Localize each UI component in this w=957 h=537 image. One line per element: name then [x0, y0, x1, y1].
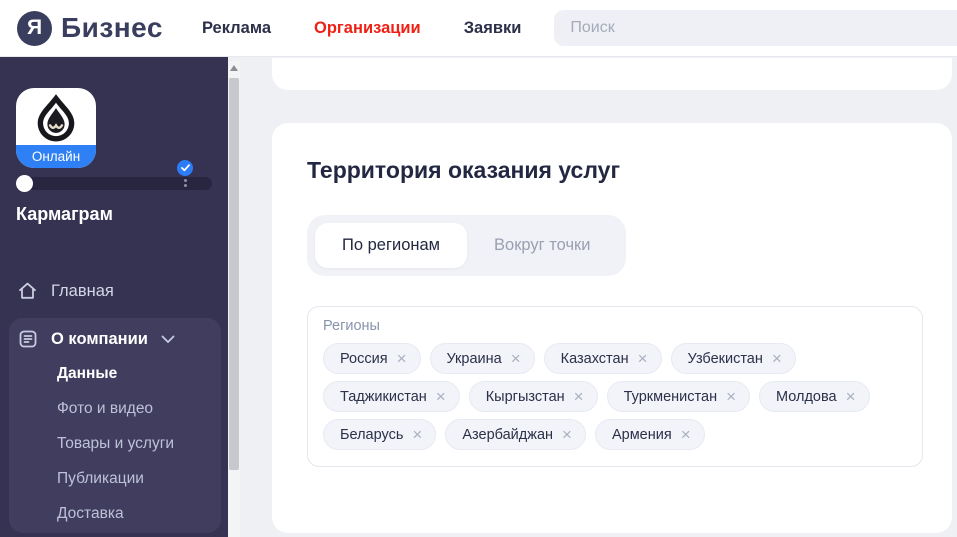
remove-region-icon[interactable]: × [412, 426, 422, 443]
region-chip: Узбекистан × [670, 343, 796, 374]
region-chip: Туркменистан × [606, 381, 751, 412]
region-chip-label: Таджикистан [340, 388, 427, 405]
service-territory-card: Территория оказания услуг По регионам Во… [272, 123, 952, 533]
remove-region-icon[interactable]: × [511, 350, 521, 367]
region-chip: Кыргызстан × [468, 381, 598, 412]
scrollbar-thumb[interactable] [229, 78, 239, 470]
region-chip-label: Узбекистан [687, 350, 763, 367]
sidebar-subitem-publikacii[interactable]: Публикации [57, 461, 221, 496]
regions-field[interactable]: Регионы Россия × Украина × Казахстан × У… [307, 306, 923, 467]
nav-item-organizacii[interactable]: Организации [314, 19, 421, 38]
region-chip-label: Беларусь [340, 426, 404, 443]
region-chip: Россия × [323, 343, 421, 374]
region-chip: Таджикистан × [323, 381, 460, 412]
sidebar-item-glavnaya[interactable]: Главная [8, 271, 220, 311]
remove-region-icon[interactable]: × [726, 388, 736, 405]
region-chip-label: Казахстан [560, 350, 629, 367]
remove-region-icon[interactable]: × [574, 388, 584, 405]
home-icon [19, 282, 36, 299]
remove-region-icon[interactable]: × [681, 426, 691, 443]
company-name: Кармаграм [16, 204, 113, 224]
sidebar-group-company: О компании Данные Фото и видео Товары и … [9, 318, 221, 533]
region-chip: Украина × [429, 343, 535, 374]
company-logo-drop-icon [37, 94, 75, 142]
region-chip-list: Россия × Украина × Казахстан × Узбекиста… [323, 343, 907, 450]
sidebar-subitem-dannye[interactable]: Данные [57, 356, 221, 391]
sidebar-sublist: Данные Фото и видео Товары и услуги Публ… [18, 352, 221, 531]
sidebar: Онлайн Кармаграм Главная О компании Данн… [0, 57, 228, 537]
region-chip-label: Армения [611, 426, 672, 443]
region-chip-label: Россия [340, 350, 388, 367]
top-navigation: Реклама Организации Заявки [202, 19, 521, 38]
sidebar-item-label: Главная [51, 281, 114, 300]
tab-vokrug-tochki[interactable]: Вокруг точки [467, 223, 617, 268]
nav-item-reklama[interactable]: Реклама [202, 19, 271, 38]
sidebar-subitem-foto-i-video[interactable]: Фото и видео [57, 391, 221, 426]
region-chip-label: Украина [446, 350, 502, 367]
section-title: Территория оказания услуг [307, 157, 621, 183]
region-chip-label: Кыргызстан [485, 388, 565, 405]
territory-tabs: По регионам Вокруг точки [307, 215, 626, 276]
sidebar-subitem-dostavka[interactable]: Доставка [57, 496, 221, 531]
slider-knob[interactable] [16, 175, 33, 192]
region-chip-label: Молдова [776, 388, 837, 405]
app-window: Я Бизнес Реклама Организации Заявки Онла… [0, 0, 957, 537]
region-chip: Беларусь × [323, 419, 437, 450]
sidebar-subitem-tovary-i-uslugi[interactable]: Товары и услуги [57, 426, 221, 461]
search-box [554, 10, 957, 46]
scroll-up-arrow-icon[interactable] [230, 65, 238, 71]
status-badge: Онлайн [16, 145, 96, 168]
remove-region-icon[interactable]: × [397, 350, 407, 367]
ya-logo-icon: Я [17, 10, 52, 46]
region-chip: Молдова × [759, 381, 870, 412]
region-chip-label: Азербайджан [462, 426, 554, 443]
yandex-business-logo[interactable]: Я Бизнес [17, 10, 163, 46]
document-icon [19, 330, 37, 348]
previous-section-card [272, 58, 952, 90]
region-chip-label: Туркменистан [623, 388, 718, 405]
remove-region-icon[interactable]: × [638, 350, 648, 367]
brand-name: Бизнес [61, 12, 163, 43]
chevron-down-icon [161, 335, 175, 343]
remove-region-icon[interactable]: × [846, 388, 856, 405]
search-input[interactable] [554, 10, 957, 46]
progress-slider[interactable] [16, 175, 212, 192]
remove-region-icon[interactable]: × [436, 388, 446, 405]
tab-po-regionam[interactable]: По регионам [315, 223, 468, 268]
sidebar-item-o-kompanii[interactable]: О компании [18, 326, 221, 352]
nav-item-zayavki[interactable]: Заявки [464, 19, 522, 38]
company-avatar[interactable]: Онлайн [16, 88, 96, 168]
remove-region-icon[interactable]: × [562, 426, 572, 443]
region-chip: Азербайджан × [445, 419, 586, 450]
remove-region-icon[interactable]: × [772, 350, 782, 367]
top-bar: Я Бизнес Реклама Организации Заявки [0, 0, 957, 57]
verified-check-icon [177, 160, 193, 176]
slider-handle-dots-icon [184, 179, 187, 187]
regions-field-label: Регионы [323, 318, 380, 334]
region-chip: Казахстан × [543, 343, 662, 374]
content-scrollbar[interactable] [228, 61, 240, 537]
sidebar-group-label: О компании [51, 329, 148, 348]
main-content: Территория оказания услуг По регионам Во… [240, 57, 957, 537]
region-chip: Армения × [594, 419, 705, 450]
